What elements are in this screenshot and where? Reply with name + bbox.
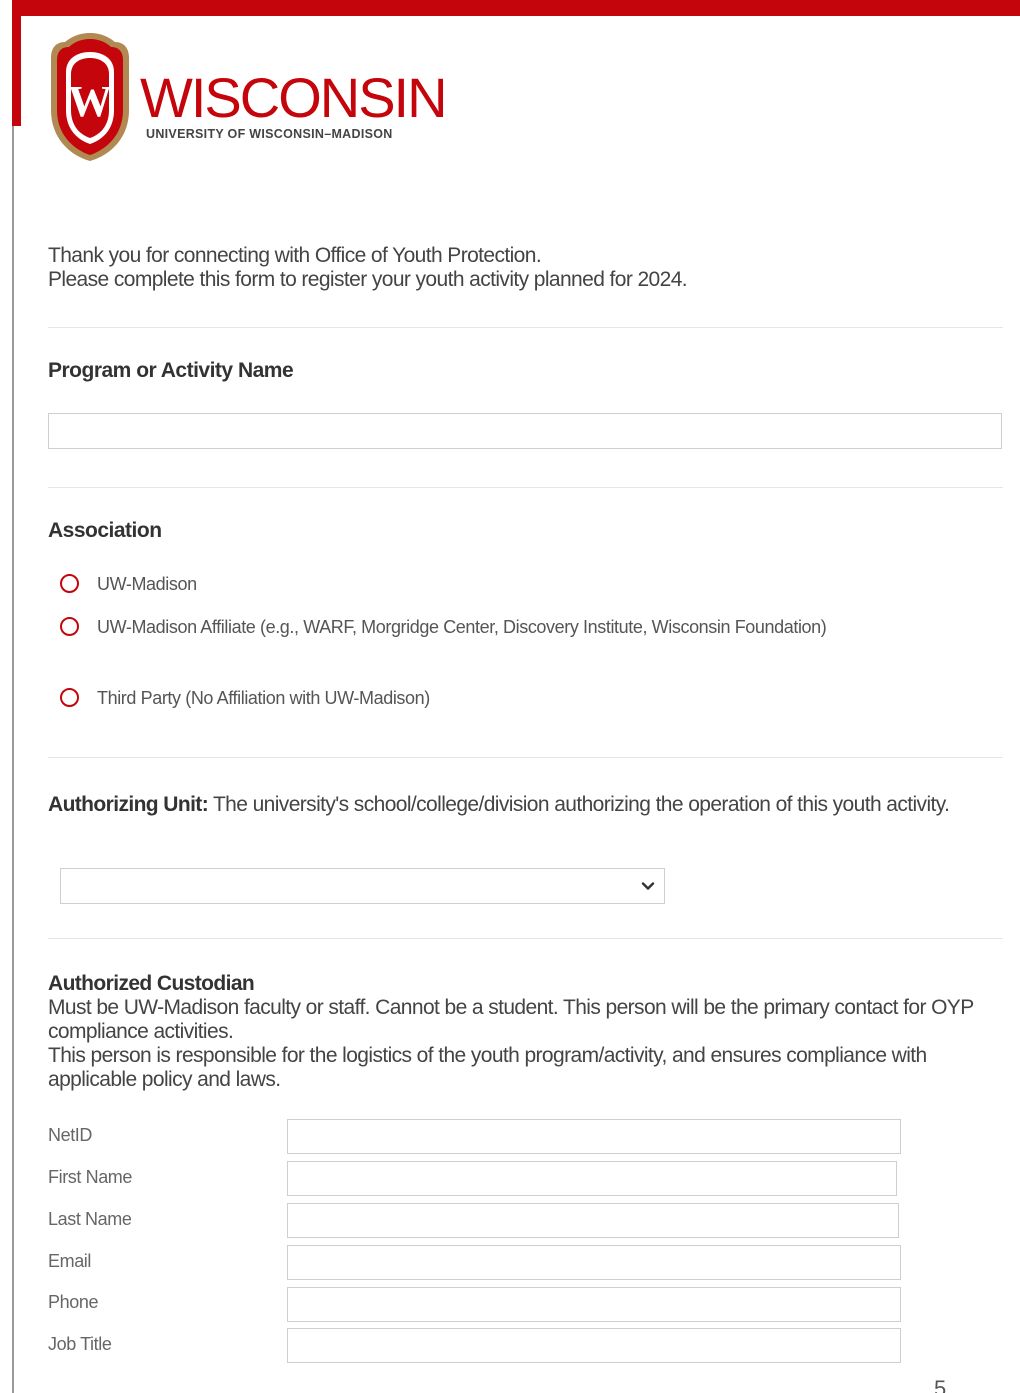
custodian-section: Authorized Custodian Must be UW-Madison … (48, 972, 998, 1092)
association-option-uw-madison[interactable]: UW-Madison (60, 572, 197, 598)
netid-label: NetID (48, 1125, 93, 1145)
email-input[interactable] (287, 1245, 901, 1280)
program-name-input[interactable] (48, 413, 1002, 449)
uw-madison-logo: W WISCONSIN UNIVERSITY OF WISCONSIN–MADI… (48, 30, 448, 166)
first-name-input[interactable] (287, 1161, 897, 1196)
radio-label: UW-Madison Affiliate (e.g., WARF, Morgri… (97, 617, 827, 637)
association-label: Association (48, 519, 162, 542)
intro-line-1: Thank you for connecting with Office of … (48, 244, 542, 267)
left-accent-bar (12, 0, 21, 126)
radio-label: Third Party (No Affiliation with UW-Madi… (97, 688, 430, 708)
wordmark: WISCONSIN (140, 66, 448, 129)
custodian-description-2: This person is responsible for the logis… (48, 1044, 927, 1091)
radio-label: UW-Madison (97, 574, 197, 594)
phone-label: Phone (48, 1292, 99, 1312)
association-option-affiliate[interactable]: UW-Madison Affiliate (e.g., WARF, Morgri… (60, 615, 890, 641)
intro-text: Thank you for connecting with Office of … (48, 244, 988, 292)
authorizing-unit-description: The university's school/college/division… (208, 793, 950, 816)
divider (48, 327, 1003, 328)
divider (48, 487, 1003, 488)
page-number: 5 (934, 1376, 947, 1393)
wordmark-subtitle: UNIVERSITY OF WISCONSIN–MADISON (146, 127, 393, 141)
program-name-label: Program or Activity Name (48, 359, 294, 382)
first-name-label: First Name (48, 1167, 133, 1187)
job-title-input[interactable] (287, 1328, 901, 1363)
form-page: W WISCONSIN UNIVERSITY OF WISCONSIN–MADI… (0, 0, 1020, 1393)
radio-button[interactable] (60, 574, 79, 593)
top-accent-bar (12, 0, 1020, 16)
authorizing-unit-title: Authorizing Unit: (48, 793, 209, 816)
chevron-down-icon[interactable] (640, 878, 656, 894)
netid-input[interactable] (287, 1119, 901, 1154)
custodian-description-1: Must be UW-Madison faculty or staff. Can… (48, 996, 974, 1043)
radio-button[interactable] (60, 688, 79, 707)
email-label: Email (48, 1251, 92, 1271)
custodian-title: Authorized Custodian (48, 972, 255, 995)
phone-input[interactable] (287, 1287, 901, 1322)
radio-button[interactable] (60, 617, 79, 636)
authorizing-unit-select[interactable] (60, 868, 665, 904)
left-border-line (12, 126, 14, 1393)
last-name-label: Last Name (48, 1209, 132, 1229)
divider (48, 757, 1003, 758)
intro-line-2: Please complete this form to register yo… (48, 268, 688, 291)
divider (48, 938, 1003, 939)
job-title-label: Job Title (48, 1334, 112, 1354)
association-option-third-party[interactable]: Third Party (No Affiliation with UW-Madi… (60, 686, 430, 712)
crest-letter: W (68, 77, 112, 126)
last-name-input[interactable] (287, 1203, 899, 1238)
uw-crest-icon: W (51, 33, 129, 161)
authorizing-unit-label: Authorizing Unit: The university's schoo… (48, 793, 998, 816)
